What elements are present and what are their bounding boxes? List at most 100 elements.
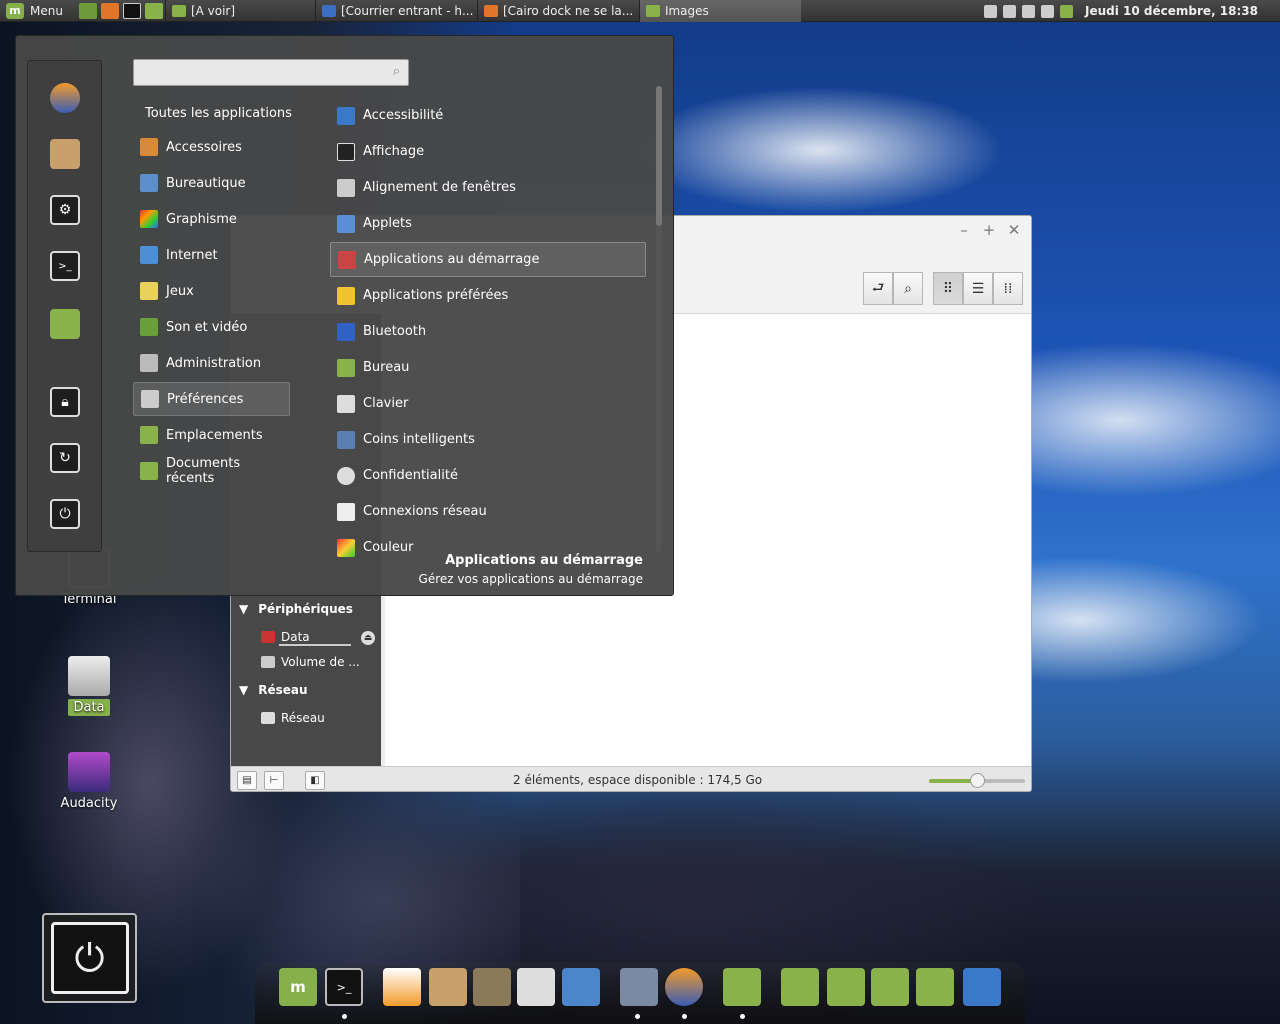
network-header[interactable]: ▼ Réseau bbox=[239, 683, 308, 697]
category-jeux[interactable]: Jeux bbox=[133, 274, 290, 308]
update-shield-icon[interactable] bbox=[1060, 4, 1074, 18]
path-toggle-button[interactable]: ⮐ bbox=[863, 272, 893, 305]
sidebar-item-network[interactable]: Réseau bbox=[261, 711, 325, 725]
app-bureau[interactable]: Bureau bbox=[330, 350, 646, 385]
category-bureautique[interactable]: Bureautique bbox=[133, 166, 290, 200]
firefox-icon[interactable] bbox=[665, 968, 703, 1006]
category-label: Documents récents bbox=[166, 456, 241, 486]
folder-icon[interactable] bbox=[50, 309, 80, 339]
terminal-icon[interactable]: >_ bbox=[50, 251, 80, 281]
eject-icon[interactable]: ⏏ bbox=[361, 631, 375, 645]
app-affichage[interactable]: Affichage bbox=[330, 134, 646, 169]
terminal-icon[interactable] bbox=[122, 2, 141, 19]
toggle-sidebar-icon[interactable]: ◧ bbox=[305, 771, 325, 790]
desktop-icon-data[interactable]: Data bbox=[44, 656, 134, 716]
app-alignement-fenetres[interactable]: Alignement de fenêtres bbox=[330, 170, 646, 205]
user-icon[interactable] bbox=[984, 4, 998, 18]
app-connexions-reseau[interactable]: Connexions réseau bbox=[330, 494, 646, 529]
network-icon[interactable] bbox=[1022, 4, 1036, 18]
software-manager-icon[interactable] bbox=[429, 968, 467, 1006]
clock[interactable]: Jeudi 10 décembre, 18:38 bbox=[1085, 4, 1258, 18]
search-button[interactable]: ⌕ bbox=[893, 272, 923, 305]
show-tree-icon[interactable]: ⊢ bbox=[264, 771, 284, 790]
all-applications[interactable]: Toutes les applications bbox=[145, 106, 292, 121]
app-accessibilite[interactable]: Accessibilité bbox=[330, 98, 646, 133]
downloads-folder-icon[interactable] bbox=[871, 968, 909, 1006]
thunderbird-icon[interactable] bbox=[620, 968, 658, 1006]
devices-header[interactable]: ▼ Périphériques bbox=[239, 602, 353, 616]
icon-view-button[interactable]: ⠿ bbox=[933, 272, 963, 305]
app-confidentialite[interactable]: Confidentialité bbox=[330, 458, 646, 493]
menu-button[interactable]: m Menu bbox=[0, 0, 69, 22]
task-cairo-dock[interactable]: [Cairo dock ne se la... bbox=[476, 0, 639, 22]
zoom-knob[interactable] bbox=[970, 773, 985, 788]
network-icon bbox=[261, 712, 275, 724]
search-input[interactable]: ⌕ bbox=[133, 59, 409, 86]
task-images[interactable]: Images bbox=[638, 0, 801, 22]
category-label: Bureautique bbox=[166, 175, 246, 191]
app-applications-preferees[interactable]: Applications préférées bbox=[330, 278, 646, 313]
accessibility-icon[interactable] bbox=[963, 968, 1001, 1006]
show-places-icon[interactable]: ▤ bbox=[237, 771, 257, 790]
desktop-icon-label: Audacity bbox=[60, 796, 118, 811]
app-bluetooth[interactable]: Bluetooth bbox=[330, 314, 646, 349]
app-coins-intelligents[interactable]: Coins intelligents bbox=[330, 422, 646, 457]
category-internet[interactable]: Internet bbox=[133, 238, 290, 272]
category-emplacements[interactable]: Emplacements bbox=[133, 418, 290, 452]
folder-icon bbox=[171, 4, 186, 17]
desktop-folder-icon[interactable] bbox=[916, 968, 954, 1006]
compact-view-button[interactable]: ⁞⁞ bbox=[993, 272, 1023, 305]
category-preferences[interactable]: Préférences bbox=[133, 382, 290, 416]
power-widget[interactable]: ⏻ bbox=[42, 913, 137, 1003]
sidebar-item-volume[interactable]: Volume de ... bbox=[261, 655, 360, 669]
firefox-icon[interactable] bbox=[50, 83, 80, 113]
maximize-icon[interactable]: + bbox=[980, 221, 998, 239]
close-icon[interactable]: ✕ bbox=[1005, 221, 1023, 239]
calculator-icon[interactable] bbox=[517, 968, 555, 1006]
volume-icon[interactable] bbox=[1041, 4, 1055, 18]
category-son-video[interactable]: Son et vidéo bbox=[133, 310, 290, 344]
logout-icon[interactable]: ↻ bbox=[50, 443, 80, 473]
folder-icon[interactable] bbox=[144, 2, 163, 19]
app-clavier[interactable]: Clavier bbox=[330, 386, 646, 421]
app-applications-demarrage[interactable]: Applications au démarrage bbox=[330, 242, 646, 277]
desktop-icon-audacity[interactable]: Audacity bbox=[44, 752, 134, 811]
thunderbird-icon bbox=[321, 4, 336, 17]
task-courrier[interactable]: [Courrier entrant - h... bbox=[314, 0, 477, 22]
power-icon: ⏻ bbox=[50, 922, 129, 994]
sidebar-item-data[interactable]: Data bbox=[261, 630, 310, 644]
sidebar-item-label: Réseau bbox=[281, 711, 325, 725]
power-icon[interactable]: ⏻ bbox=[50, 499, 80, 529]
text-editor-icon[interactable] bbox=[562, 968, 600, 1006]
accessories-icon bbox=[140, 138, 158, 156]
gimp-icon[interactable] bbox=[473, 968, 511, 1006]
terminal-icon[interactable]: >_ bbox=[325, 968, 363, 1006]
mint-menu-icon[interactable]: m bbox=[279, 968, 317, 1006]
settings-icon[interactable]: ⚙ bbox=[50, 195, 80, 225]
minimize-icon[interactable]: – bbox=[955, 221, 973, 239]
video-editor-icon[interactable] bbox=[383, 968, 421, 1006]
task-a-voir[interactable]: [A voir] bbox=[164, 0, 315, 22]
software-manager-icon[interactable] bbox=[50, 139, 80, 169]
apps-scrollbar[interactable] bbox=[656, 86, 662, 552]
keyboard-icon[interactable] bbox=[1003, 4, 1017, 18]
places-icon bbox=[140, 426, 158, 444]
firefox-icon[interactable] bbox=[100, 2, 119, 19]
app-label: Clavier bbox=[363, 396, 409, 411]
category-label: Graphisme bbox=[166, 211, 237, 227]
documents-folder-icon[interactable] bbox=[827, 968, 865, 1006]
category-administration[interactable]: Administration bbox=[133, 346, 290, 380]
show-desktop-icon[interactable] bbox=[78, 2, 97, 19]
zoom-slider[interactable] bbox=[929, 773, 1025, 788]
category-accessoires[interactable]: Accessoires bbox=[133, 130, 290, 164]
folder-icon[interactable] bbox=[723, 968, 761, 1006]
scrollbar-thumb[interactable] bbox=[656, 86, 662, 226]
app-applets[interactable]: Applets bbox=[330, 206, 646, 241]
category-graphisme[interactable]: Graphisme bbox=[133, 202, 290, 236]
category-documents-recents[interactable]: Documents récents bbox=[133, 454, 290, 488]
running-indicator bbox=[740, 1014, 745, 1019]
home-folder-icon[interactable] bbox=[781, 968, 819, 1006]
list-view-button[interactable]: ☰ bbox=[963, 272, 993, 305]
lock-icon[interactable]: 🔒︎ bbox=[50, 387, 80, 417]
app-label: Bureau bbox=[363, 360, 410, 375]
